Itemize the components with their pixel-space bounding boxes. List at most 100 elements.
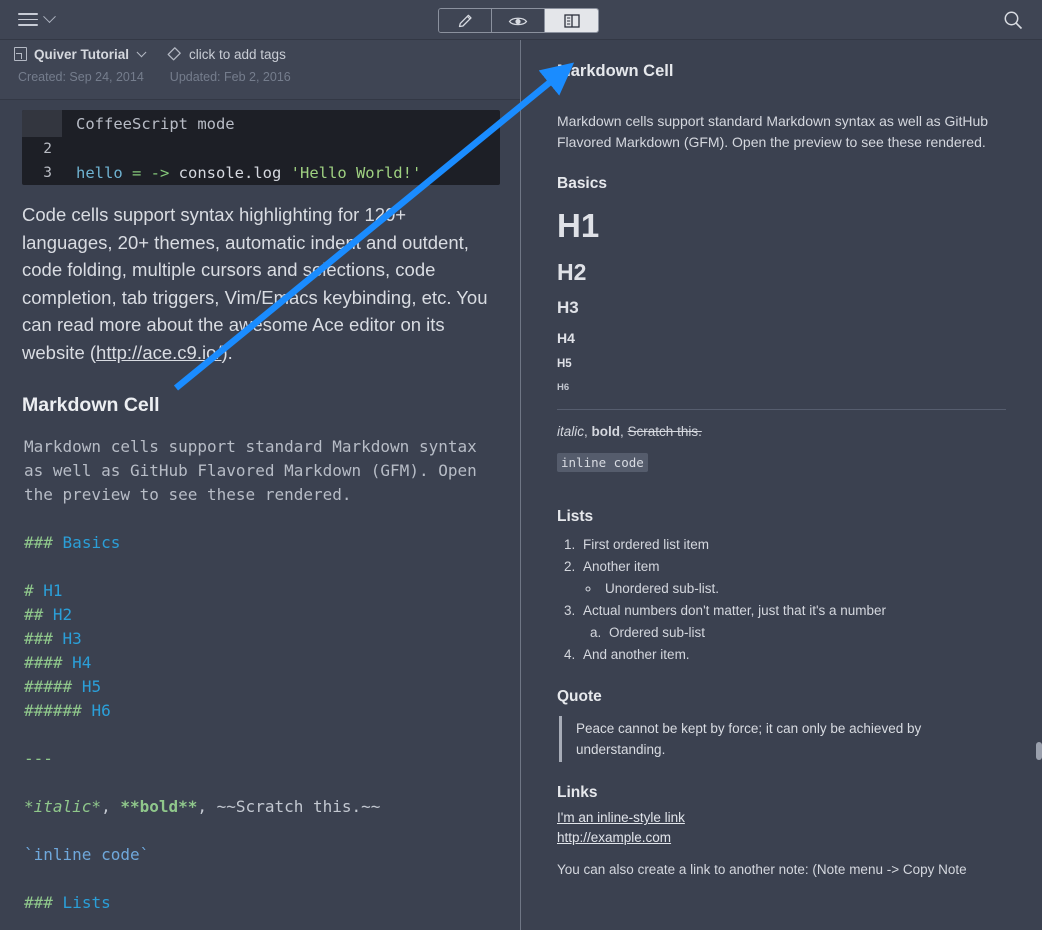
- toolbar-left-group: [0, 10, 200, 26]
- code-gutter-spacer: [22, 110, 62, 137]
- code-line-content: hello = -> console.log 'Hello World!': [62, 164, 421, 182]
- hash-marks: ###: [24, 893, 53, 912]
- code-cell[interactable]: CoffeeScript mode 2 3 hello = -> console…: [22, 110, 500, 185]
- heading-text: H1: [43, 581, 63, 600]
- add-tags-control[interactable]: click to add tags: [166, 46, 286, 62]
- markdown-source-lists-heading: ### Lists: [24, 891, 498, 915]
- hash-marks: ##: [24, 605, 44, 624]
- chevron-down-icon[interactable]: [136, 46, 147, 57]
- add-tags-label: click to add tags: [189, 46, 286, 62]
- list-item: Unordered sub-list.: [601, 578, 1006, 600]
- line-number: 2: [43, 141, 52, 157]
- hash-marks: #: [24, 581, 34, 600]
- tag-icon: [167, 47, 181, 61]
- code-token-operator: =: [122, 164, 151, 182]
- markdown-source-h1: # H1: [24, 579, 498, 603]
- hamburger-bar: [18, 18, 38, 21]
- hamburger-bar: [18, 24, 38, 26]
- code-language-label[interactable]: CoffeeScript mode: [62, 115, 235, 133]
- preview-h2: H2: [557, 259, 587, 285]
- preview-pane[interactable]: Markdown Cell Markdown cells support sta…: [521, 40, 1042, 930]
- preview-copy-note-text: You can also create a link to another no…: [557, 862, 967, 877]
- preview-strikethrough: Scratch this.: [627, 424, 702, 439]
- view-mode-preview-button[interactable]: [492, 9, 545, 32]
- eye-icon: [508, 17, 528, 25]
- preview-h3: H3: [557, 298, 579, 317]
- markdown-source-inline-code: `inline code`: [24, 845, 150, 864]
- preview-quote-heading: Quote: [557, 688, 602, 705]
- preview-h4: H4: [557, 330, 575, 346]
- code-token-function: console.log: [178, 164, 291, 182]
- separator: ,: [101, 797, 121, 816]
- heading-text: H4: [72, 653, 92, 672]
- preview-ordered-list: First ordered list item Another item Uno…: [579, 534, 1006, 666]
- hamburger-bar: [18, 13, 38, 15]
- markdown-source-h2: ## H2: [24, 603, 498, 627]
- paragraph-link-close: ).: [221, 341, 233, 363]
- preview-h5: H5: [557, 358, 572, 370]
- code-token-string: 'Hello World!': [290, 164, 422, 182]
- editor-paragraph: Code cells support syntax highlighting f…: [22, 201, 498, 366]
- quiver-note-editor-window: Quiver Tutorial click to add tags Create…: [0, 0, 1042, 930]
- notebook-icon: [14, 47, 27, 61]
- notebook-name[interactable]: Quiver Tutorial: [34, 47, 129, 62]
- editor-paragraph-text: Code cells support syntax highlighting f…: [22, 204, 488, 363]
- markdown-source-h5: ##### H5: [24, 675, 498, 699]
- preview-intro-paragraph: Markdown cells support standard Markdown…: [557, 113, 989, 150]
- hamburger-icon[interactable]: [18, 13, 38, 26]
- markdown-cell-heading: Markdown Cell: [22, 394, 160, 416]
- preview-h6: H6: [557, 382, 570, 393]
- preview-example-url-link[interactable]: http://example.com: [557, 830, 1006, 845]
- markdown-source-h4: #### H4: [24, 651, 498, 675]
- italic-source: *italic*: [24, 797, 102, 816]
- top-toolbar: [0, 0, 1042, 40]
- list-item: And another item.: [579, 644, 1006, 666]
- preview-title: Markdown Cell: [557, 62, 674, 80]
- preview-scrollbar-thumb[interactable]: [1036, 742, 1042, 760]
- preview-horizontal-rule: [557, 409, 1006, 410]
- code-line: 3 hello = -> console.log 'Hello World!': [22, 161, 500, 185]
- chevron-down-icon[interactable]: [43, 10, 56, 24]
- hash-marks: ###: [24, 533, 53, 552]
- separator: ,: [584, 424, 592, 439]
- pencil-icon: [458, 14, 472, 27]
- view-mode-split-button[interactable]: [545, 9, 598, 32]
- markdown-source-h3: ### H3: [24, 627, 498, 651]
- heading-text: H2: [52, 605, 73, 624]
- markdown-source-paragraph: Markdown cells support standard Markdown…: [24, 437, 477, 504]
- preview-inline-style-link[interactable]: I'm an inline-style link: [557, 810, 1006, 825]
- code-line: 2: [22, 137, 500, 161]
- note-timestamps: Created: Sep 24, 2014 Updated: Feb 2, 20…: [18, 70, 291, 84]
- hash-marks: ###: [24, 629, 53, 648]
- markdown-source-hr: ---: [24, 749, 53, 768]
- search-icon: [1004, 11, 1023, 30]
- preview-inline-code: inline code: [557, 453, 648, 472]
- preview-links-heading: Links: [557, 784, 598, 801]
- strikethrough-source: ~~Scratch this.~~: [216, 797, 381, 816]
- markdown-source-h6: ###### H6: [24, 699, 498, 723]
- view-mode-segmented-control: [438, 8, 599, 33]
- bold-source: **bold**: [120, 797, 198, 816]
- list-item: Actual numbers don't matter, just that i…: [579, 600, 1006, 622]
- search-button[interactable]: [1002, 9, 1024, 36]
- hash-marks: ######: [24, 701, 82, 720]
- note-header: Quiver Tutorial click to add tags Create…: [0, 40, 520, 100]
- heading-text: H5: [81, 677, 102, 696]
- markdown-source-inline-styles: *italic*, **bold**, ~~Scratch this.~~: [24, 795, 498, 819]
- view-mode-edit-button[interactable]: [439, 9, 492, 32]
- ace-editor-link[interactable]: http://ace.c9.io/: [96, 342, 221, 363]
- heading-text: Basics: [62, 533, 121, 552]
- updated-date: Updated: Feb 2, 2016: [169, 70, 291, 84]
- preview-unordered-sublist: Unordered sub-list.: [601, 578, 1006, 600]
- heading-text: H6: [91, 701, 111, 720]
- editor-pane[interactable]: CoffeeScript mode 2 3 hello = -> console…: [0, 100, 520, 930]
- note-meta-row: Quiver Tutorial click to add tags: [14, 46, 286, 62]
- code-token-arrow: ->: [150, 164, 179, 182]
- preview-ordered-sublist: Ordered sub-list: [605, 622, 1006, 644]
- code-token-variable: hello: [76, 164, 123, 182]
- preview-blockquote: Peace cannot be kept by force; it can on…: [559, 716, 1006, 762]
